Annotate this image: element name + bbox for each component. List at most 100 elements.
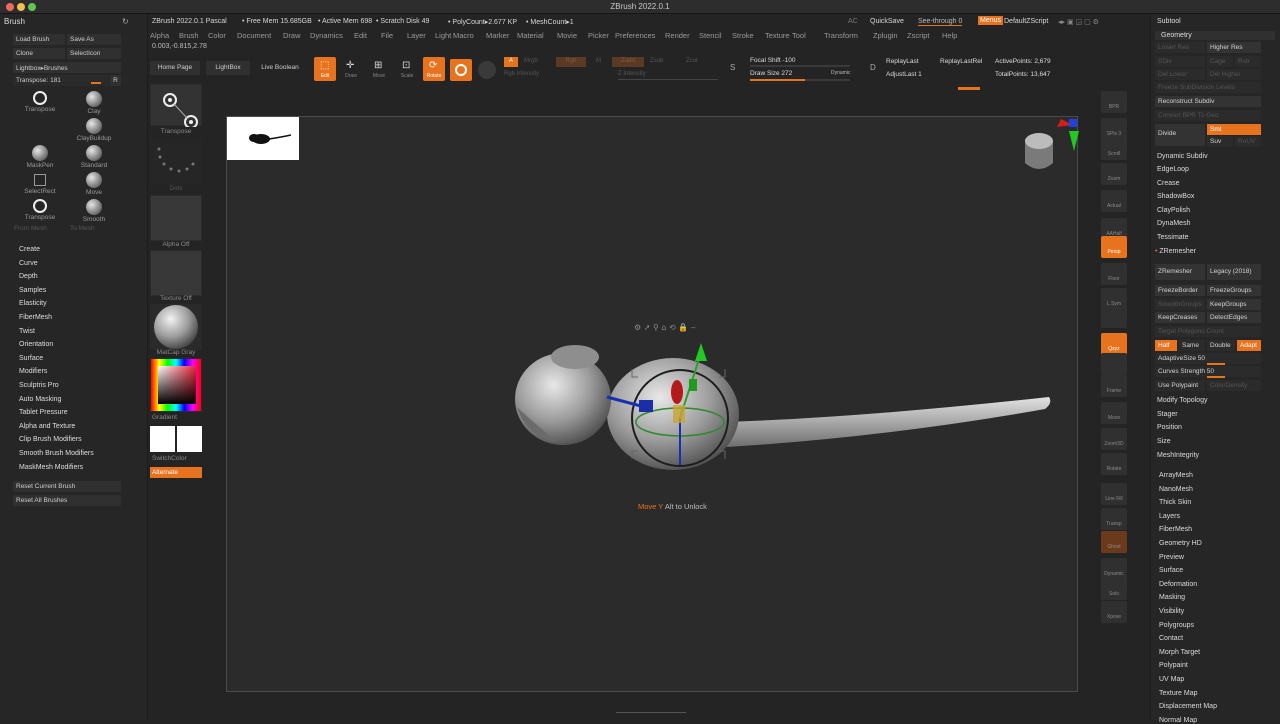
del-higher-button[interactable]: Del Higher bbox=[1207, 69, 1261, 80]
menu-file[interactable]: File bbox=[381, 31, 393, 40]
tool-subpalette-texture-map[interactable]: Texture Map bbox=[1159, 690, 1198, 697]
brush-transpose[interactable]: Transpose bbox=[14, 91, 66, 117]
stroke-thumb[interactable] bbox=[150, 139, 202, 185]
alternate-button[interactable]: Alternate bbox=[150, 467, 202, 478]
tool-subpalette-surface[interactable]: Surface bbox=[1159, 567, 1183, 574]
navigation-thumbnail[interactable] bbox=[227, 117, 299, 160]
tool-subpalette-masking[interactable]: Masking bbox=[1159, 594, 1185, 601]
r-button[interactable]: R bbox=[110, 75, 121, 86]
dynamic-button[interactable]: Dynamic bbox=[831, 70, 850, 76]
menu-help[interactable]: Help bbox=[942, 31, 957, 40]
brush-subpalette-orientation[interactable]: Orientation bbox=[19, 341, 53, 348]
crease-section[interactable]: Crease bbox=[1157, 180, 1180, 187]
shelf-line-fill[interactable]: Line Fill bbox=[1101, 483, 1127, 505]
sculptris-icon[interactable] bbox=[478, 61, 496, 79]
brush-subpalette-sculptris-pro[interactable]: Sculptris Pro bbox=[19, 382, 59, 389]
keepcreases-button[interactable]: KeepCreases bbox=[1155, 312, 1205, 323]
secondary-color-swatch[interactable] bbox=[177, 426, 202, 452]
menu-zplugin[interactable]: Zplugin bbox=[873, 31, 898, 40]
brush-subpalette-clip-brush-modifiers[interactable]: Clip Brush Modifiers bbox=[19, 436, 82, 443]
double-button[interactable]: Double bbox=[1207, 340, 1235, 351]
tool-subpalette-layers[interactable]: Layers bbox=[1159, 513, 1180, 520]
tool-subpalette-uv-map[interactable]: UV Map bbox=[1159, 676, 1184, 683]
defaultzscript-button[interactable]: DefaultZScript bbox=[1004, 18, 1048, 25]
shelf-move[interactable]: Move bbox=[1101, 402, 1127, 424]
shelf-icon-11[interactable] bbox=[1101, 353, 1127, 375]
live-boolean-button[interactable]: Live Boolean bbox=[256, 61, 304, 75]
menu-dynamics[interactable]: Dynamics bbox=[310, 31, 343, 40]
tool-subpalette-deformation[interactable]: Deformation bbox=[1159, 581, 1197, 588]
half-button[interactable]: Half bbox=[1155, 340, 1177, 351]
axis-orientation-widget[interactable] bbox=[1025, 119, 1079, 169]
focal-shift-slider[interactable]: Focal Shift -100 bbox=[750, 57, 796, 64]
keepgroups-button[interactable]: KeepGroups bbox=[1207, 299, 1261, 310]
to-mesh-button[interactable]: To Mesh bbox=[70, 225, 95, 232]
shelf-transp[interactable]: Transp bbox=[1101, 508, 1127, 530]
color-picker-square[interactable] bbox=[158, 366, 196, 404]
tessimate-section[interactable]: Tessimate bbox=[1157, 234, 1189, 241]
shelf-floor[interactable]: Floor bbox=[1101, 263, 1127, 285]
shelf-bpr[interactable]: BPR bbox=[1101, 91, 1127, 113]
a-button[interactable]: A bbox=[504, 57, 518, 67]
replay-last-rel-button[interactable]: ReplayLastRel bbox=[940, 58, 982, 65]
brush-smooth[interactable]: Smooth bbox=[68, 199, 120, 225]
shelf-zoom3d[interactable]: Zoom3D bbox=[1101, 428, 1127, 450]
adapt-button[interactable]: Adapt bbox=[1237, 340, 1261, 351]
menu-texture[interactable]: Texture bbox=[765, 31, 790, 40]
brush-subpalette-depth[interactable]: Depth bbox=[19, 273, 38, 280]
shelf-spix-3[interactable]: SPix 3 bbox=[1101, 118, 1127, 140]
brush-subpalette-samples[interactable]: Samples bbox=[19, 287, 46, 294]
menu-marker[interactable]: Marker bbox=[486, 31, 509, 40]
shelf-qxyz[interactable]: Qxyz bbox=[1101, 333, 1127, 355]
menu-movie[interactable]: Movie bbox=[557, 31, 577, 40]
menu-zscript[interactable]: Zscript bbox=[907, 31, 930, 40]
zadd-button[interactable]: Zadd bbox=[612, 57, 644, 67]
brush-move[interactable]: Move bbox=[68, 172, 120, 198]
brush-subpalette-fibermesh[interactable]: FiberMesh bbox=[19, 314, 52, 321]
brush-subpalette-elasticity[interactable]: Elasticity bbox=[19, 300, 47, 307]
tool-subpalette-normal-map[interactable]: Normal Map bbox=[1159, 717, 1197, 724]
draw-size-slider[interactable]: Draw Size 272 bbox=[750, 70, 792, 77]
document-canvas[interactable]: ⚙ ➚ ⚲ ⌂ ⟲ 🔒 ‒ Move Y Alt to Unlock bbox=[226, 116, 1079, 692]
shadowbox-section[interactable]: ShadowBox bbox=[1157, 193, 1194, 200]
draw-button[interactable]: ✛ Draw bbox=[340, 57, 362, 81]
transpose-slider[interactable]: Transpose: 181 bbox=[13, 75, 109, 86]
geometry-section[interactable]: Geometry bbox=[1155, 31, 1275, 40]
color-density-slider[interactable]: ColorDensity bbox=[1207, 380, 1261, 391]
seethrough-slider[interactable]: See-through 0 bbox=[918, 18, 963, 26]
adjust-last-slider[interactable]: AdjustLast 1 bbox=[886, 71, 922, 78]
tool-subpalette-polypaint[interactable]: Polypaint bbox=[1159, 662, 1188, 669]
use-polypaint-button[interactable]: Use Polypaint bbox=[1155, 380, 1205, 391]
modify-topology-section[interactable]: Modify Topology bbox=[1157, 397, 1207, 404]
freezeborder-button[interactable]: FreezeBorder bbox=[1155, 285, 1205, 296]
alpha-thumb[interactable] bbox=[150, 195, 202, 241]
shelf-persp[interactable]: Persp bbox=[1101, 236, 1127, 258]
move-button[interactable]: ⊞ Move bbox=[368, 57, 390, 81]
brush-subpalette-maskmesh-modifiers[interactable]: MaskMesh Modifiers bbox=[19, 464, 83, 471]
menu-stencil[interactable]: Stencil bbox=[699, 31, 722, 40]
refresh-icon[interactable]: ↻ bbox=[122, 17, 129, 26]
zcut-button[interactable]: Zcut bbox=[686, 58, 698, 64]
color-picker[interactable] bbox=[150, 358, 202, 412]
subtool-section[interactable]: Subtool bbox=[1157, 18, 1181, 25]
clone-button[interactable]: Clone bbox=[13, 48, 65, 59]
brush-subpalette-tablet-pressure[interactable]: Tablet Pressure bbox=[19, 409, 68, 416]
stroke-d-icon[interactable]: D bbox=[870, 63, 876, 72]
mrgb-button[interactable]: Mrgb bbox=[524, 58, 538, 64]
brush-subpalette-alpha-and-texture[interactable]: Alpha and Texture bbox=[19, 423, 75, 430]
higher-res-button[interactable]: Higher Res bbox=[1207, 42, 1261, 53]
brush-subpalette-surface[interactable]: Surface bbox=[19, 355, 43, 362]
brush-subpalette-curve[interactable]: Curve bbox=[19, 260, 38, 267]
tool-subpalette-visibility[interactable]: Visibility bbox=[1159, 608, 1184, 615]
zsub-button[interactable]: Zsub bbox=[650, 58, 663, 64]
target-polygons-slider[interactable]: Target Polygons Count bbox=[1155, 326, 1261, 337]
ac-label[interactable]: AC bbox=[848, 18, 858, 25]
m-button[interactable]: M bbox=[596, 58, 601, 64]
reset-current-brush-button[interactable]: Reset Current Brush bbox=[13, 481, 121, 492]
menu-preferences[interactable]: Preferences bbox=[615, 31, 655, 40]
menu-color[interactable]: Color bbox=[208, 31, 226, 40]
lightbox-button[interactable]: LightBox bbox=[206, 61, 250, 75]
switchcolor-button[interactable]: SwitchColor bbox=[152, 455, 204, 462]
menu-draw[interactable]: Draw bbox=[283, 31, 301, 40]
brush-transpose[interactable]: Transpose bbox=[14, 199, 66, 225]
